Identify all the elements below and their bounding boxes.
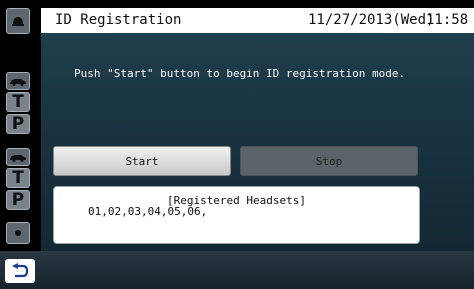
lane-p-button-2[interactable]: P xyxy=(6,190,30,210)
bottom-bar xyxy=(0,251,474,289)
page-title: ID Registration xyxy=(55,12,182,28)
car-icon xyxy=(10,154,26,162)
time-display: 11:58 xyxy=(426,12,469,28)
stop-button-label: Stop xyxy=(315,154,343,168)
dot-icon xyxy=(15,230,21,236)
lane-t-label: T xyxy=(12,91,24,112)
lane-p-label: P xyxy=(11,189,25,210)
screen: T P T P ID Registration 11/27/2013(Wed) … xyxy=(0,0,474,289)
lane-t-button-1[interactable]: T xyxy=(6,92,30,112)
start-button[interactable]: Start xyxy=(53,146,231,176)
title-bar: ID Registration 11/27/2013(Wed) 11:58 xyxy=(41,8,474,33)
lane-p-label: P xyxy=(11,113,25,134)
lane-t-button-2[interactable]: T xyxy=(6,168,30,188)
speaker-icon xyxy=(12,17,24,26)
car-button-1[interactable] xyxy=(6,72,30,90)
instruction-message: Push "Start" button to begin ID registra… xyxy=(74,67,406,80)
main-panel: Push "Start" button to begin ID registra… xyxy=(41,33,474,251)
car-icon xyxy=(10,78,26,86)
date-display: 11/27/2013(Wed) xyxy=(308,12,435,28)
registered-headsets-list: 01,02,03,04,05,06, xyxy=(88,205,208,218)
back-arrow-icon xyxy=(12,263,29,278)
lane-p-button-1[interactable]: P xyxy=(6,114,30,134)
stop-button[interactable]: Stop xyxy=(240,146,418,176)
registered-headsets-box: [Registered Headsets] 01,02,03,04,05,06, xyxy=(53,186,420,244)
start-button-label: Start xyxy=(125,154,159,168)
left-icon-rail: T P T P xyxy=(0,0,37,251)
dot-button[interactable] xyxy=(6,222,30,244)
car-button-2[interactable] xyxy=(6,148,30,166)
back-button[interactable] xyxy=(5,259,35,283)
speaker-button[interactable] xyxy=(6,8,30,34)
lane-t-label: T xyxy=(12,167,24,188)
